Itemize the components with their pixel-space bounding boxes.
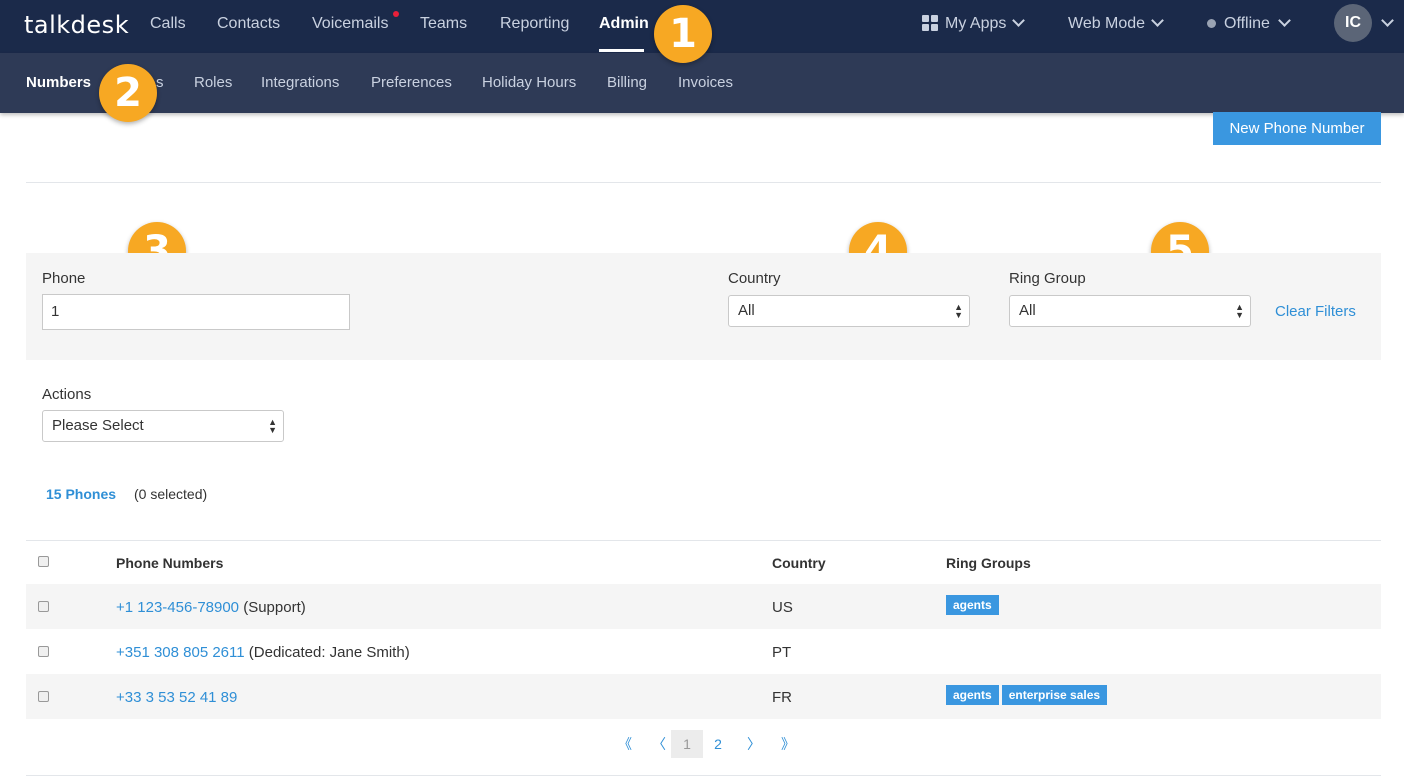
status-chevron-down-icon[interactable] — [1278, 14, 1291, 27]
subnav-integrations[interactable]: Integrations — [261, 74, 339, 91]
select-arrows-icon: ▲ ▼ — [268, 417, 277, 435]
country-cell: FR — [772, 689, 792, 706]
pagination-next-icon[interactable]: 〉 — [743, 730, 765, 758]
phone-filter-input[interactable]: 1 — [42, 294, 350, 330]
selected-count: (0 selected) — [134, 486, 208, 502]
column-header-country[interactable]: Country — [772, 555, 826, 571]
subnav-numbers[interactable]: Numbers — [26, 74, 91, 91]
column-header-ring-groups[interactable]: Ring Groups — [946, 555, 1031, 571]
select-arrows-icon: ▲ ▼ — [1235, 302, 1244, 320]
annotation-callout-1: 1 — [654, 5, 712, 63]
divider — [26, 775, 1381, 776]
phone-number-note: (Support) — [243, 599, 306, 616]
subnav-partially-hidden-item[interactable]: s — [156, 74, 164, 91]
country-filter-select[interactable]: All ▲ ▼ — [728, 295, 970, 327]
web-mode-chevron-down-icon[interactable] — [1151, 14, 1164, 27]
ring-groups-cell: agents enterprise sales — [946, 685, 1110, 705]
subnav-invoices[interactable]: Invoices — [678, 74, 733, 91]
phone-number-link[interactable]: +351 308 805 2611 — [116, 644, 245, 661]
web-mode-menu[interactable]: Web Mode — [1068, 15, 1145, 33]
subnav-holiday-hours[interactable]: Holiday Hours — [482, 74, 576, 91]
new-phone-number-button[interactable]: New Phone Number — [1213, 112, 1381, 145]
active-nav-underline — [599, 49, 644, 52]
row-checkbox[interactable] — [38, 646, 49, 657]
ring-group-tag: agents — [946, 685, 999, 705]
nav-teams[interactable]: Teams — [420, 15, 467, 33]
actions-select[interactable]: Please Select ▲ ▼ — [42, 410, 284, 442]
phones-count[interactable]: 15 Phones — [46, 486, 116, 502]
subnav-billing[interactable]: Billing — [607, 74, 647, 91]
country-selected-value: All — [738, 302, 755, 319]
ring-groups-cell: agents — [946, 595, 1002, 615]
ring-group-selected-value: All — [1019, 302, 1036, 319]
row-checkbox[interactable] — [38, 691, 49, 702]
nav-contacts[interactable]: Contacts — [217, 15, 280, 33]
phone-number-link[interactable]: +1 123-456-78900 — [116, 599, 239, 616]
subnav-preferences[interactable]: Preferences — [371, 74, 452, 91]
row-checkbox[interactable] — [38, 601, 49, 612]
apps-grid-icon — [922, 15, 939, 32]
admin-sub-nav: Numbers s Roles Integrations Preferences… — [0, 53, 1404, 113]
ring-group-filter-select[interactable]: All ▲ ▼ — [1009, 295, 1251, 327]
subnav-roles[interactable]: Roles — [194, 74, 232, 91]
country-cell: US — [772, 599, 793, 616]
select-arrows-icon: ▲ ▼ — [954, 302, 963, 320]
ring-group-tag: agents — [946, 595, 999, 615]
pagination-page-1[interactable]: 1 — [671, 730, 703, 758]
country-filter-label: Country — [728, 270, 781, 287]
phone-number-cell: +1 123-456-78900 (Support) — [116, 599, 306, 616]
table-row: +1 123-456-78900 (Support) US agents — [26, 584, 1381, 629]
pagination-page-2[interactable]: 2 — [707, 730, 729, 758]
ring-group-tag: enterprise sales — [1001, 685, 1108, 705]
ring-group-filter-label: Ring Group — [1009, 270, 1086, 287]
clear-filters-link[interactable]: Clear Filters — [1275, 303, 1356, 320]
status-menu[interactable]: Offline — [1224, 15, 1270, 33]
phone-number-cell: +351 308 805 2611 (Dedicated: Jane Smith… — [116, 644, 410, 661]
actions-selected-value: Please Select — [52, 417, 144, 434]
pagination-last-icon[interactable]: 》 — [777, 730, 799, 758]
pagination-prev-icon[interactable]: 〈 — [648, 730, 670, 758]
annotation-callout-2: 2 — [99, 64, 157, 122]
phone-number-note: (Dedicated: Jane Smith) — [248, 644, 410, 661]
table-row: +351 308 805 2611 (Dedicated: Jane Smith… — [26, 629, 1381, 674]
my-apps-chevron-down-icon[interactable] — [1012, 14, 1025, 27]
phone-number-link[interactable]: +33 3 53 52 41 89 — [116, 689, 237, 706]
nav-admin[interactable]: Admin — [599, 15, 649, 33]
phone-number-cell: +33 3 53 52 41 89 — [116, 689, 237, 706]
pagination-first-icon[interactable]: 《 — [614, 730, 636, 758]
nav-calls[interactable]: Calls — [150, 15, 186, 33]
select-all-checkbox[interactable] — [38, 556, 49, 567]
user-avatar[interactable]: IC — [1334, 4, 1372, 42]
table-header: Phone Numbers Country Ring Groups — [26, 540, 1381, 584]
nav-reporting[interactable]: Reporting — [500, 15, 569, 33]
divider — [26, 182, 1381, 183]
status-indicator-icon — [1207, 19, 1216, 28]
talkdesk-logo[interactable]: talkdesk — [24, 11, 129, 39]
table-row: +33 3 53 52 41 89 FR agents enterprise sa… — [26, 674, 1381, 719]
voicemail-notification-dot — [393, 11, 399, 17]
column-header-phone-numbers[interactable]: Phone Numbers — [116, 555, 223, 571]
actions-label: Actions — [42, 386, 92, 403]
country-cell: PT — [772, 644, 792, 661]
my-apps-menu[interactable]: My Apps — [945, 15, 1006, 33]
phone-filter-label: Phone — [42, 270, 86, 287]
nav-voicemails[interactable]: Voicemails — [312, 15, 388, 33]
user-menu-chevron-down-icon[interactable] — [1381, 14, 1394, 27]
